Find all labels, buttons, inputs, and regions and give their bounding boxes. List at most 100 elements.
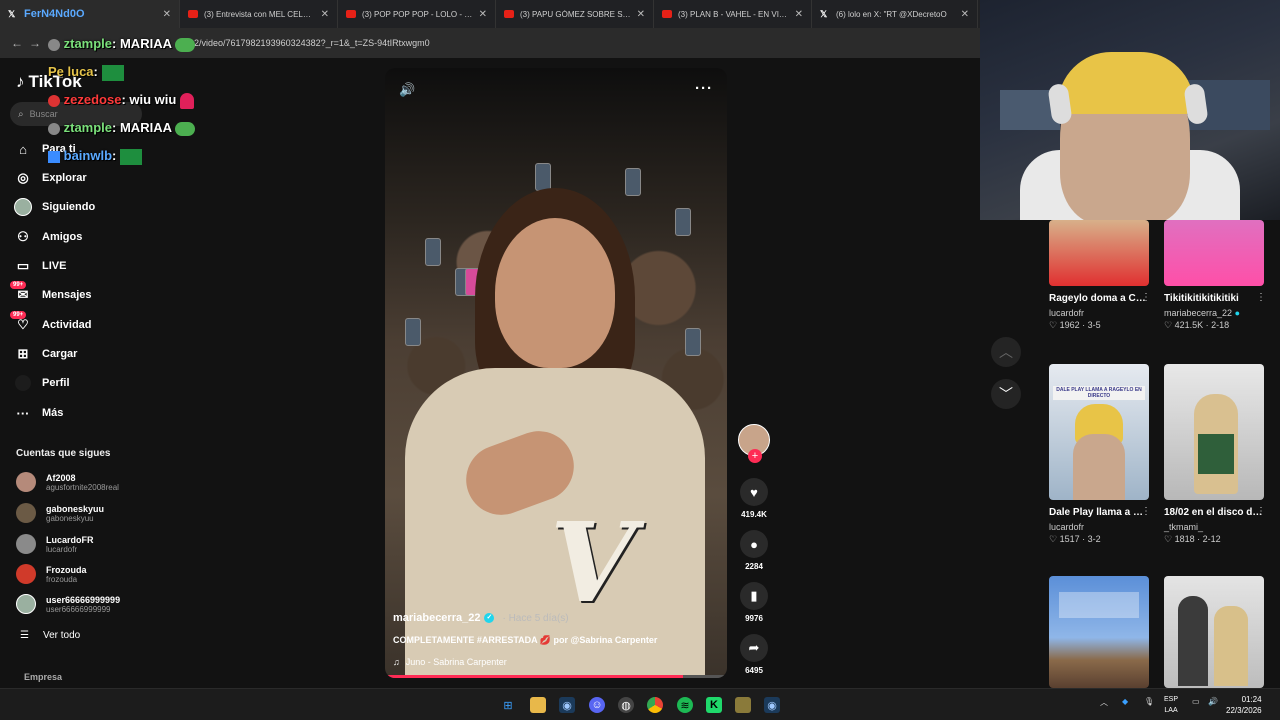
video-card[interactable]: DALE PLAY LLAMA A RAGEYLO EN DIRECTO Dal… bbox=[1049, 364, 1151, 545]
close-icon[interactable]: ✕ bbox=[795, 9, 803, 20]
obs-icon[interactable]: ◍ bbox=[618, 697, 634, 713]
browser-tab[interactable]: (3) PLAN B - VAHEL - EN VIVO ✕ bbox=[654, 0, 812, 28]
heart-icon: ♡ bbox=[1049, 320, 1058, 330]
see-all-label: Ver todo bbox=[42, 630, 81, 641]
video-card[interactable]: Rageylo doma a Coscu #rageylo... ⋮ lucar… bbox=[1049, 220, 1151, 331]
chat-message: ztample: MARIAA bbox=[48, 120, 196, 136]
tab-title: (3) Entrevista con MEL CELESTE bbox=[204, 9, 315, 19]
video-player[interactable]: V 🔊 ··· mariabecerra_22 ✓ · Hace 5 día(s… bbox=[385, 68, 727, 678]
nav-item-amigos[interactable]: ⚇ Amigos bbox=[14, 228, 82, 246]
browser-tab[interactable]: (3) POP POP POP - LOLO - EN V ✕ bbox=[338, 0, 496, 28]
video-author[interactable]: mariabecerra_22 ✓ · Hace 5 día(s) bbox=[393, 612, 569, 624]
followed-account[interactable]: LucardoFR lucardofr bbox=[16, 534, 94, 554]
steam-icon[interactable]: ◉ bbox=[559, 697, 575, 713]
nav-item-cargar[interactable]: ⊞ Cargar bbox=[14, 345, 78, 363]
verified-icon: ✓ bbox=[484, 613, 495, 623]
app-icon[interactable] bbox=[735, 697, 751, 713]
close-icon[interactable]: ✕ bbox=[637, 9, 645, 20]
browser-tab[interactable]: 𝕏 FerN4Nd0O ✕ bbox=[0, 0, 180, 28]
video-thumbnail bbox=[1164, 364, 1264, 500]
microphone-icon[interactable]: 🎙 bbox=[1144, 697, 1154, 706]
video-card[interactable] bbox=[1049, 576, 1149, 688]
browser-tab[interactable]: 𝕏 (6) lolo en X: "RT @XDecretoO ✕ bbox=[812, 0, 978, 28]
card-more-icon[interactable]: ⋮ bbox=[1141, 292, 1151, 303]
comment-button[interactable]: ● 2284 bbox=[738, 530, 770, 571]
card-more-icon[interactable]: ⋮ bbox=[1256, 506, 1266, 517]
card-more-icon[interactable]: ⋮ bbox=[1256, 292, 1266, 303]
previous-video-button[interactable]: ︿ bbox=[991, 337, 1021, 367]
browser-tab[interactable]: (3) PAPU GÓMEZ SOBRE SU DO ✕ bbox=[496, 0, 654, 28]
language-indicator[interactable]: ESP LAA bbox=[1164, 694, 1178, 716]
chat-avatar-icon bbox=[48, 122, 60, 135]
company-link[interactable]: Empresa bbox=[24, 672, 62, 682]
upload-icon: ⊞ bbox=[17, 346, 29, 361]
more-options-icon[interactable]: ··· bbox=[695, 80, 713, 97]
volume-icon[interactable]: 🔊 bbox=[1208, 697, 1218, 706]
card-title: Dale Play llama a Rageylo en direc... bbox=[1049, 507, 1149, 518]
card-stats: ♡ 1517 · 3-2 bbox=[1049, 534, 1101, 544]
see-all-link[interactable]: ☰ Ver todo bbox=[20, 630, 80, 641]
video-thumbnail bbox=[1164, 220, 1264, 286]
windows-start-icon[interactable]: ⊞ bbox=[500, 697, 516, 713]
followed-account[interactable]: Frozouda frozouda bbox=[16, 564, 87, 584]
nav-item-actividad[interactable]: ♡ 99+ Actividad bbox=[10, 311, 92, 334]
close-icon[interactable]: ✕ bbox=[163, 9, 171, 20]
next-video-button[interactable]: ﹀ bbox=[991, 379, 1021, 409]
nav-item-perfil[interactable]: Perfil bbox=[14, 374, 70, 392]
video-progress-bar[interactable] bbox=[385, 675, 727, 678]
card-stats: ♡ 1962 · 3-5 bbox=[1049, 320, 1101, 330]
card-user: _tkmami_ bbox=[1164, 522, 1204, 532]
nav-item-explorar[interactable]: ◎ Explorar bbox=[14, 169, 86, 187]
nav-item-live[interactable]: ▭ LIVE bbox=[14, 257, 67, 275]
network-icon[interactable]: ▭ bbox=[1192, 697, 1200, 706]
card-likes: 1962 bbox=[1059, 320, 1080, 330]
forward-icon[interactable]: → bbox=[26, 36, 44, 50]
security-icon[interactable]: ◆ bbox=[1122, 697, 1128, 706]
nav-item-mensajes[interactable]: ✉ 99+ Mensajes bbox=[10, 281, 92, 304]
system-clock[interactable]: 01:24 22/3/2026 bbox=[1226, 694, 1262, 716]
video-card[interactable]: Tikitikitikitikitiki ⋮ mariabecerra_22 ●… bbox=[1164, 220, 1266, 331]
chat-user: ztample bbox=[63, 120, 113, 135]
music-link[interactable]: ♫ Juno - Sabrina Carpenter bbox=[393, 657, 507, 667]
author-username: mariabecerra_22 bbox=[393, 612, 481, 624]
close-icon[interactable]: ✕ bbox=[961, 9, 969, 20]
kick-icon[interactable]: K bbox=[706, 697, 722, 713]
card-date: 3-5 bbox=[1087, 320, 1101, 330]
volume-icon[interactable]: 🔊 bbox=[399, 82, 415, 98]
youtube-icon bbox=[504, 10, 514, 18]
video-thumbnail: DALE PLAY LLAMA A RAGEYLO EN DIRECTO bbox=[1049, 364, 1149, 500]
share-button[interactable]: ➦ 6495 bbox=[738, 634, 770, 675]
followed-account[interactable]: gaboneskyuu gaboneskyuu bbox=[16, 503, 104, 523]
chrome-icon[interactable] bbox=[647, 697, 663, 713]
save-count: 9976 bbox=[745, 614, 763, 623]
file-explorer-icon[interactable] bbox=[530, 697, 546, 713]
chat-user: zezedose bbox=[63, 92, 122, 107]
card-likes: 1517 bbox=[1059, 534, 1080, 544]
url-field[interactable]: 2/video/7617982193960324382?_r=1&_t=ZS-9… bbox=[194, 38, 430, 48]
chat-message: bainwlb: bbox=[48, 148, 142, 165]
nav-item-mas[interactable]: ··· Más bbox=[14, 404, 64, 422]
save-button[interactable]: ▮ 9976 bbox=[738, 582, 770, 623]
card-more-icon[interactable]: ⋮ bbox=[1141, 506, 1151, 517]
spotify-icon[interactable]: ≋ bbox=[677, 697, 693, 713]
followed-account[interactable]: user66666999999 user66666999999 bbox=[16, 594, 120, 614]
chevron-down-icon: ﹀ bbox=[999, 386, 1013, 402]
discord-icon[interactable]: ☺ bbox=[589, 697, 605, 713]
chevron-up-icon[interactable]: ︿ bbox=[1100, 697, 1108, 708]
close-icon[interactable]: ✕ bbox=[479, 9, 487, 20]
back-icon[interactable]: ← bbox=[8, 36, 26, 50]
video-card[interactable] bbox=[1164, 576, 1264, 688]
account-name: gaboneskyuu bbox=[46, 503, 105, 514]
author-avatar[interactable]: + bbox=[738, 424, 770, 463]
nav-label: Amigos bbox=[42, 231, 83, 243]
browser-tab[interactable]: (3) Entrevista con MEL CELESTE ✕ bbox=[180, 0, 338, 28]
follow-plus-icon[interactable]: + bbox=[748, 449, 762, 463]
tab-title: (3) PAPU GÓMEZ SOBRE SU DO bbox=[520, 9, 631, 19]
activity-icon: ♡ 99+ bbox=[10, 311, 32, 334]
video-card[interactable]: 18/02 en el disco de @Slappy 🐱... ⋮ _tkm… bbox=[1164, 364, 1266, 545]
like-button[interactable]: ♥ 419.4K bbox=[738, 478, 770, 519]
followed-account[interactable]: Af2008 agusfortnite2008real bbox=[16, 472, 119, 492]
nav-item-siguiendo[interactable]: Siguiendo bbox=[14, 198, 95, 216]
close-icon[interactable]: ✕ bbox=[321, 9, 329, 20]
steam-icon[interactable]: ◉ bbox=[764, 697, 780, 713]
